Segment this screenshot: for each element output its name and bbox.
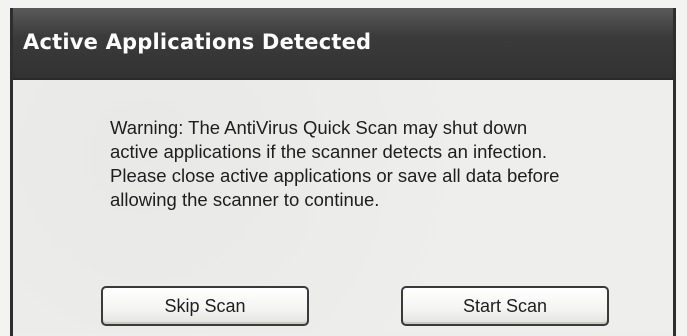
warning-line-3: Please close active applications or save… xyxy=(110,165,560,186)
warning-message: Warning: The AntiVirus Quick Scan may sh… xyxy=(110,116,630,212)
warning-line-1: Warning: The AntiVirus Quick Scan may sh… xyxy=(110,117,528,138)
warning-line-4: allowing the scanner to continue. xyxy=(110,189,380,210)
dialog-title: Active Applications Detected xyxy=(23,30,372,54)
dialog-title-bar[interactable]: Active Applications Detected xyxy=(13,8,673,80)
screen: Active Applications Detected Warning: Th… xyxy=(0,0,687,336)
active-applications-dialog: Active Applications Detected Warning: Th… xyxy=(10,8,676,336)
start-scan-button[interactable]: Start Scan xyxy=(401,286,609,326)
warning-line-2: active applications if the scanner detec… xyxy=(110,141,548,162)
dialog-body: Warning: The AntiVirus Quick Scan may sh… xyxy=(13,80,673,334)
skip-scan-button[interactable]: Skip Scan xyxy=(101,286,309,326)
